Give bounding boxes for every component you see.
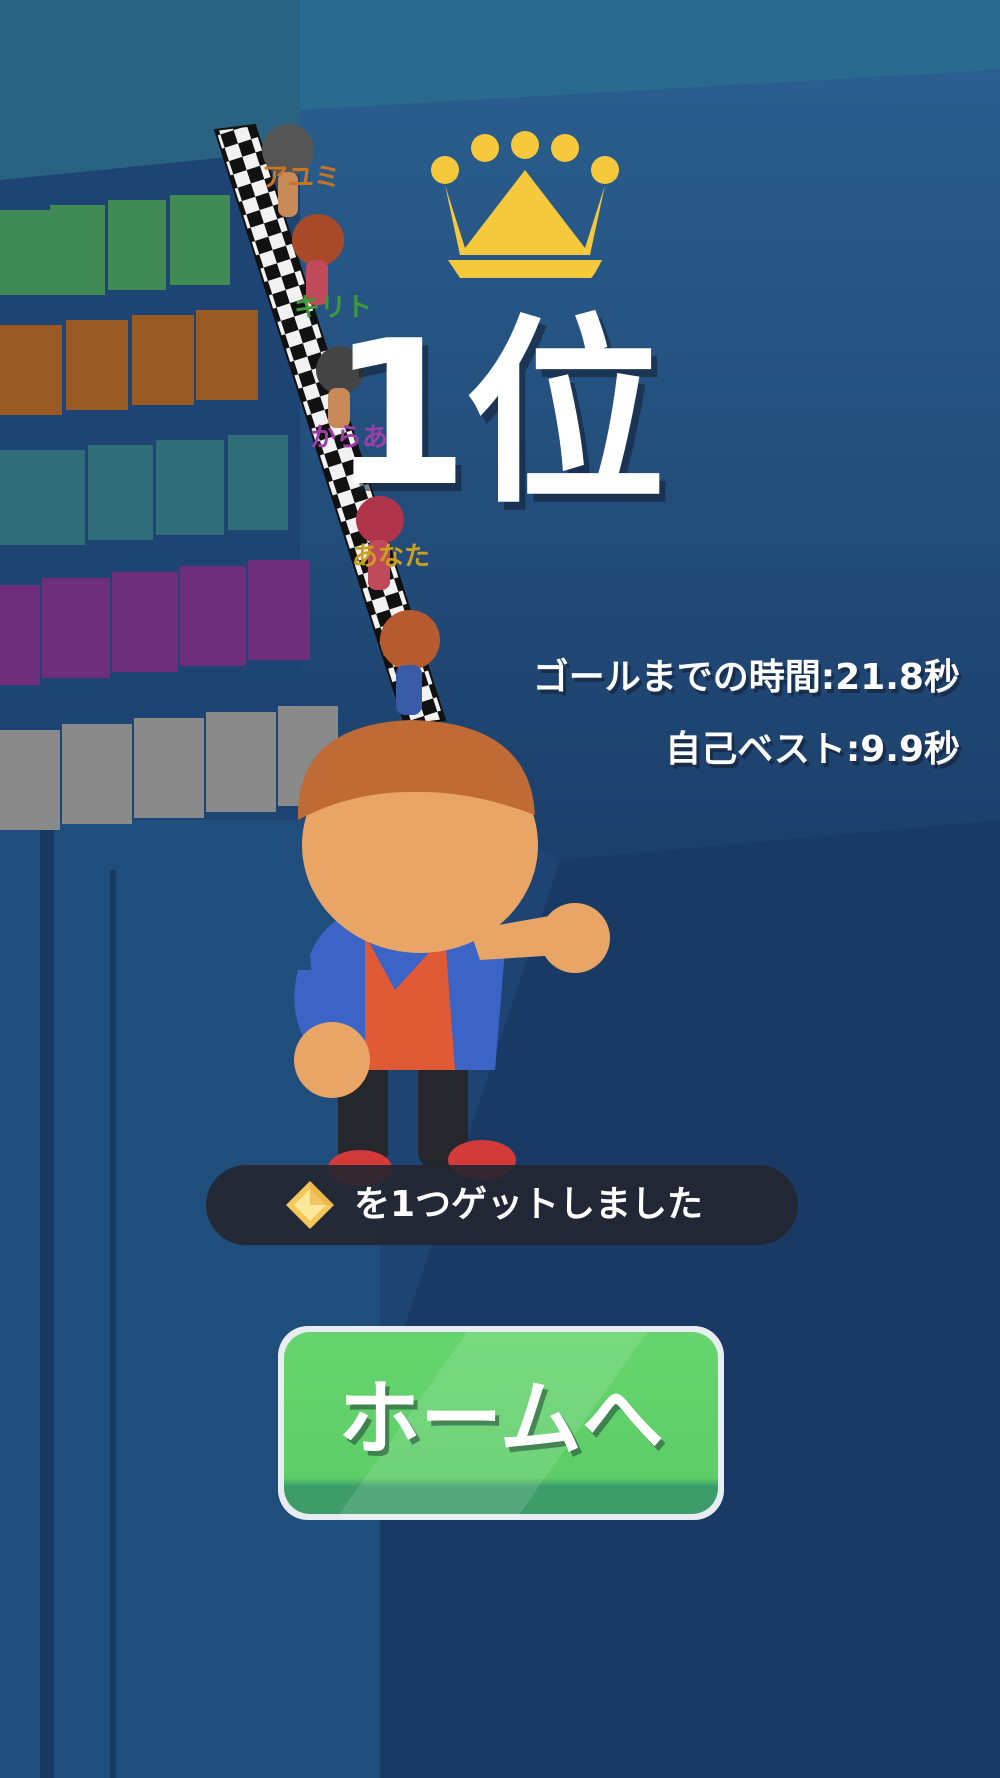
home-button-label[interactable]: ホームへ [284, 1350, 718, 1490]
goal-time-label: ゴールまでの時間:21.8秒 [532, 657, 960, 698]
rank-title: 1位 [330, 298, 665, 531]
pillar-line [40, 820, 54, 1778]
reward-banner: を1つゲットしました [206, 1165, 798, 1245]
home-button-face[interactable]: ホームへ [284, 1332, 718, 1514]
racer-name-tag: あなた [352, 542, 430, 572]
diamond-gem-icon [286, 1181, 334, 1229]
racer-name-tag: アユミ [262, 163, 340, 193]
home-button[interactable]: ホームへ [278, 1326, 724, 1520]
pillar-line-2 [110, 870, 116, 1778]
reward-text: を1つゲットしました [354, 1184, 704, 1225]
best-time-label: 自己ベスト:9.9秒 [665, 729, 960, 770]
